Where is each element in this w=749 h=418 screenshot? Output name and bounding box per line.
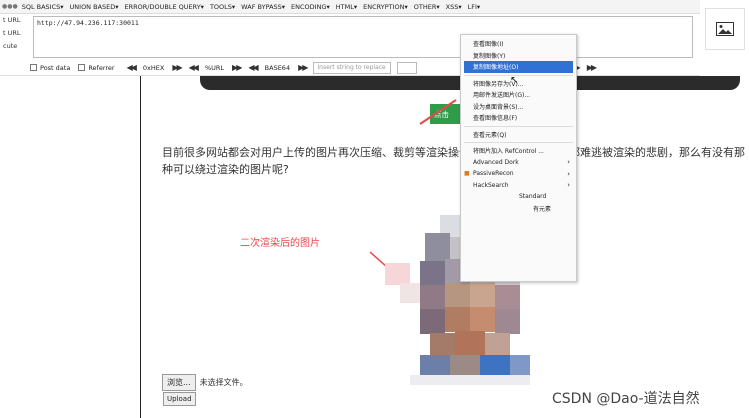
context-menu-item[interactable]: 将图像另存为(V)... [461,78,576,90]
upload-button[interactable]: Upload [163,392,196,406]
context-menu-item[interactable]: Standard [461,191,576,203]
menu-sql-basics[interactable]: SQL BASICS▾ [22,3,64,11]
split-url-label[interactable]: t URL [0,29,32,42]
red-arrow-icon [419,99,457,125]
menu-divider [464,142,573,143]
replace-input[interactable]: Insert string to replace [313,61,392,74]
encode-arrow-icon[interactable]: ▶▶ [232,63,242,72]
post-data-checkbox[interactable]: Post data [30,64,70,72]
rendered-image-caption: 二次渲染后的图片 [240,238,320,249]
context-menu-item[interactable]: HackSearch [461,180,576,192]
load-url-label[interactable]: t URL [0,16,32,29]
url-encode-button[interactable]: %URL [205,64,224,72]
hackbar-menu: ●●● SQL BASICS▾ UNION BASED▾ ERROR/DOUBL… [0,0,700,14]
menu-union-based[interactable]: UNION BASED▾ [70,3,119,11]
article-paragraph: 目前很多网站都会对用户上传的图片再次压缩、裁剪等渲染操作，所以普通的图片马都难逃… [162,146,745,176]
decode-arrow-icon[interactable]: ◀◀ [189,63,199,72]
context-menu-item[interactable]: 查看图像信息(F) [461,112,576,124]
base64-button[interactable]: BASE64 [265,64,290,72]
referrer-checkbox[interactable]: Referrer [78,64,115,72]
menu-dots-icon[interactable]: ●●● [2,3,18,10]
hackbar-toolbar: Post data Referrer ◀◀ 0xHEX ▶▶ ◀◀ %URL ▶… [0,60,700,76]
menu-waf-bypass[interactable]: WAF BYPASS▾ [241,3,285,11]
replace-with-input[interactable] [397,61,418,74]
context-menu-item[interactable]: 查看元素(Q) [461,129,576,141]
context-menu-item[interactable]: 设为桌面背景(S)... [461,101,576,113]
file-upload-row: 浏览... 未选择文件。 [162,374,248,391]
menu-html[interactable]: HTML▾ [336,3,357,11]
url-input[interactable]: http://47.94.236.117:30011 [33,16,693,58]
menu-divider [464,125,573,127]
encode-arrow-icon[interactable]: ▶▶ [298,63,308,72]
context-menu-item[interactable]: 查看图像(I) [461,38,576,50]
execute-label[interactable]: cute [0,42,32,55]
context-menu-item[interactable]: 用邮件发送图片(G)... [461,89,576,101]
context-menu-item-selected[interactable]: 复制图像地址(O) [464,61,573,73]
image-icon-button[interactable] [705,8,745,50]
context-menu-item[interactable]: 将图片加入 RefControl ... [461,145,576,157]
menu-divider [464,74,573,76]
menu-lfi[interactable]: LFI▾ [468,3,481,11]
page-border-line [140,76,141,418]
hackbar-side-labels: t URL t URL cute [0,16,32,55]
context-menu-item[interactable]: ■ PassiveRecon [461,168,576,180]
context-menu-item[interactable]: 复制图像(Y) [461,50,576,62]
context-menu: 查看图像(I) 复制图像(Y) 复制图像地址(O) 将图像另存为(V)... 用… [460,34,577,282]
mouse-cursor-icon: ↖ [510,75,519,86]
image-icon [716,22,734,36]
menu-error-double-query[interactable]: ERROR/DOUBLE QUERY▾ [125,3,204,11]
menu-encoding[interactable]: ENCODING▾ [291,3,330,11]
hex-button[interactable]: 0xHEX [143,64,164,72]
no-file-label: 未选择文件。 [199,378,248,387]
context-menu-item[interactable]: 有元素 [461,203,576,215]
encode-arrow-icon[interactable]: ▶▶ [172,63,182,72]
context-menu-item[interactable]: Advanced Dork [461,157,576,169]
menu-other[interactable]: OTHER▾ [414,3,440,11]
menu-encryption[interactable]: ENCRYPTION▾ [363,3,408,11]
replace-arrow-icon[interactable]: ▶▶ [587,63,597,72]
decode-arrow-icon[interactable]: ◀◀ [127,63,137,72]
menu-xss[interactable]: XSS▾ [446,3,462,11]
browse-button[interactable]: 浏览... [162,374,196,391]
passiverecon-icon: ■ [464,170,470,178]
decode-arrow-icon[interactable]: ◀◀ [248,63,258,72]
menu-tools[interactable]: TOOLS▾ [210,3,235,11]
watermark: CSDN @Dao-道法自然 [552,391,700,407]
